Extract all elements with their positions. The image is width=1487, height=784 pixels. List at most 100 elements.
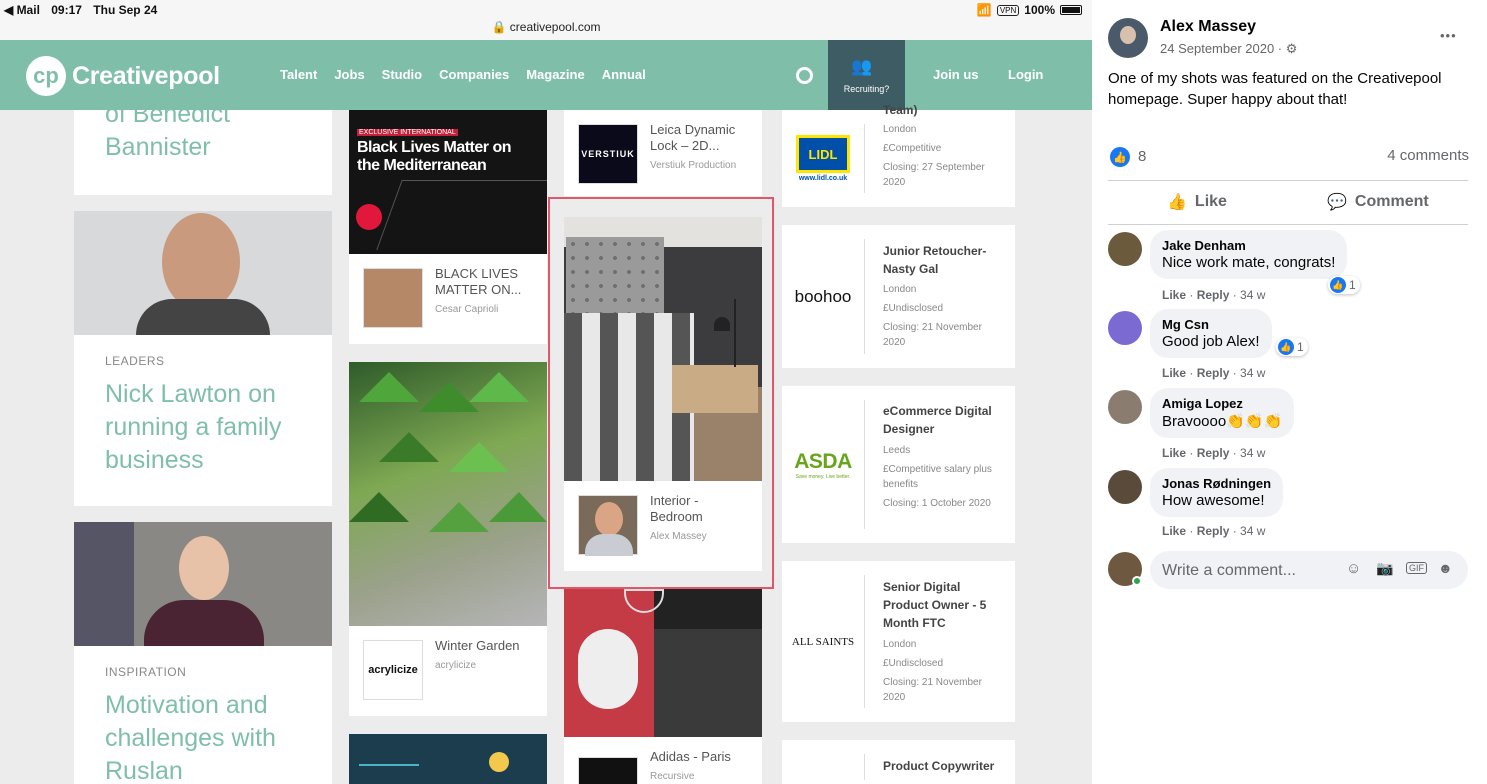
help-icon[interactable] [796,67,813,84]
comment-age[interactable]: 34 w [1240,366,1265,380]
recruiting-button[interactable]: 👥 Recruiting? [828,40,905,110]
article-card[interactable]: INSPIRATION Motivation and challenges wi… [74,522,332,784]
comment-like-link[interactable]: Like [1162,446,1186,460]
commenter-name[interactable]: Jonas Rødningen [1162,476,1271,491]
commenter-name[interactable]: Mg Csn [1162,317,1260,332]
back-to-mail[interactable]: ◀ Mail [4,3,40,17]
comment-like-link[interactable]: Like [1162,366,1186,380]
comment-reply-link[interactable]: Reply [1197,524,1230,538]
project-author: Cesar Caprioli [435,304,499,315]
article-category: LEADERS [105,354,165,368]
project-title[interactable]: Adidas - Paris [650,749,750,765]
comment-input[interactable]: Write a comment... ☺ 📷 GIF ☻ [1150,551,1468,589]
job-title[interactable]: Junior Retoucher- Nasty Gal [883,242,1003,278]
job-title[interactable]: Team) [883,101,1003,119]
article-card[interactable]: of Benedict Bannister [74,100,332,195]
facebook-post: Alex Massey 24 September 2020 · ⚙ ••• On… [1092,0,1487,784]
author-avatar[interactable] [1108,18,1148,58]
project-image [564,589,762,737]
reaction-count: 1 [1297,340,1304,354]
join-us-link[interactable]: Join us [933,67,979,82]
commenter-avatar[interactable] [1108,390,1142,424]
like-button[interactable]: 👍 Like [1167,192,1227,212]
job-closing: Closing: 1 October 2020 [883,498,991,509]
nav-jobs[interactable]: Jobs [334,67,364,82]
post-author[interactable]: Alex Massey [1160,18,1256,36]
comment-reply-link[interactable]: Reply [1197,366,1230,380]
job-card[interactable]: Product Copywriter [782,740,1015,784]
main-nav: Talent Jobs Studio Companies Magazine An… [280,67,646,82]
nav-annual[interactable]: Annual [602,67,646,82]
commenter-avatar[interactable] [1108,232,1142,266]
post-date[interactable]: 24 September 2020 · [1160,41,1282,56]
comment-age[interactable]: 34 w [1240,446,1265,460]
commenter-name[interactable]: Amiga Lopez [1162,396,1282,411]
camera-icon[interactable]: 📷 [1376,560,1393,577]
commenter-avatar[interactable] [1108,470,1142,504]
job-card[interactable]: LIDL www.lidl.co.uk Team) London £Compet… [782,103,1015,207]
nav-talent[interactable]: Talent [280,67,317,82]
job-location: London [883,284,917,295]
emoji-icon[interactable]: ☺ [1346,560,1361,577]
article-category: INSPIRATION [105,665,187,679]
more-options-icon[interactable]: ••• [1440,28,1457,43]
address-bar[interactable]: 🔒 creativepool.com [0,20,1092,34]
nav-studio[interactable]: Studio [382,67,422,82]
nav-magazine[interactable]: Magazine [526,67,585,82]
author-logo: acrylicize [363,640,423,700]
ios-status-bar: ◀ Mail 09:17 Thu Sep 24 🔒 creativepool.c… [0,0,1092,40]
logo-tagline: Save money. Live better. [795,473,851,480]
comment-reaction-badge[interactable]: 👍 1 [1276,338,1308,356]
comment-like-link[interactable]: Like [1162,288,1186,302]
comment-reply-link[interactable]: Reply [1197,446,1230,460]
job-salary: £Competitive salary plus benefits [883,464,992,490]
website-screenshot: ◀ Mail 09:17 Thu Sep 24 🔒 creativepool.c… [0,0,1092,784]
article-card[interactable]: LEADERS Nick Lawton on running a family … [74,211,332,506]
comment-age[interactable]: 34 w [1240,288,1265,302]
job-card[interactable]: ASDA Save money. Live better. eCommerce … [782,386,1015,543]
project-card[interactable]: acrylicize Winter Garden acrylicize [349,362,547,716]
job-card[interactable]: boohoo Junior Retoucher- Nasty Gal Londo… [782,225,1015,368]
comment-reply-link[interactable]: Reply [1197,288,1230,302]
project-author: acrylicize [435,660,477,671]
commenter-avatar[interactable] [1108,311,1142,345]
job-title[interactable]: Senior Digital Product Owner - 5 Month F… [883,578,1003,632]
comment-age[interactable]: 34 w [1240,524,1265,538]
project-card[interactable] [349,734,547,784]
sticker-icon[interactable]: ☻ [1438,560,1453,576]
comment-count[interactable]: 4 comments [1387,147,1469,164]
post-text: One of my shots was featured on the Crea… [1108,70,1442,108]
reaction-count[interactable]: 8 [1138,148,1146,165]
comment-bubble: Jake Denham Nice work mate, congrats! [1150,230,1348,279]
project-card[interactable]: VERSTIUK Leica Dynamic Lock – 2D... Vers… [564,110,762,196]
battery-icon [1060,5,1082,15]
commenter-name[interactable]: Jake Denham [1162,238,1335,253]
project-card[interactable]: Adidas - Paris Recursive [564,589,762,784]
article-title[interactable]: Motivation and challenges with Ruslan [105,689,315,784]
comment-button[interactable]: 💬 Comment [1327,192,1429,212]
job-title[interactable]: eCommerce Digital Designer [883,402,1003,438]
nav-companies[interactable]: Companies [439,67,509,82]
project-title[interactable]: Leica Dynamic Lock – 2D... [650,122,750,154]
like-icon: 👍 [1278,339,1294,355]
brand-logo[interactable]: cp Creativepool [26,56,220,96]
comment-like-link[interactable]: Like [1162,524,1186,538]
comment-reaction-badge[interactable]: 👍 1 [1328,276,1360,294]
job-title[interactable]: Product Copywriter [883,757,1003,775]
job-salary: £Undisclosed [883,303,944,314]
project-author: Verstiuk Production [650,160,737,171]
comment-text: Bravoooo👏👏👏 [1162,413,1283,430]
login-link[interactable]: Login [1008,67,1043,82]
boohoo-logo: boohoo [794,286,852,306]
comment-placeholder: Write a comment... [1162,562,1296,579]
job-location: London [883,639,917,650]
article-title[interactable]: Nick Lawton on running a family business [105,378,315,477]
job-card[interactable]: ALL SAINTS Senior Digital Product Owner … [782,561,1015,722]
divider [1108,180,1468,181]
project-card[interactable]: EXCLUSIVE INTERNATIONAL Black Lives Matt… [349,110,547,344]
gif-icon[interactable]: GIF [1406,562,1427,574]
project-title[interactable]: BLACK LIVES MATTER ON... [435,266,535,298]
article-title[interactable]: of Benedict Bannister [105,98,315,164]
project-title[interactable]: Winter Garden [435,638,535,654]
like-reaction-icon: 👍 [1110,147,1130,167]
